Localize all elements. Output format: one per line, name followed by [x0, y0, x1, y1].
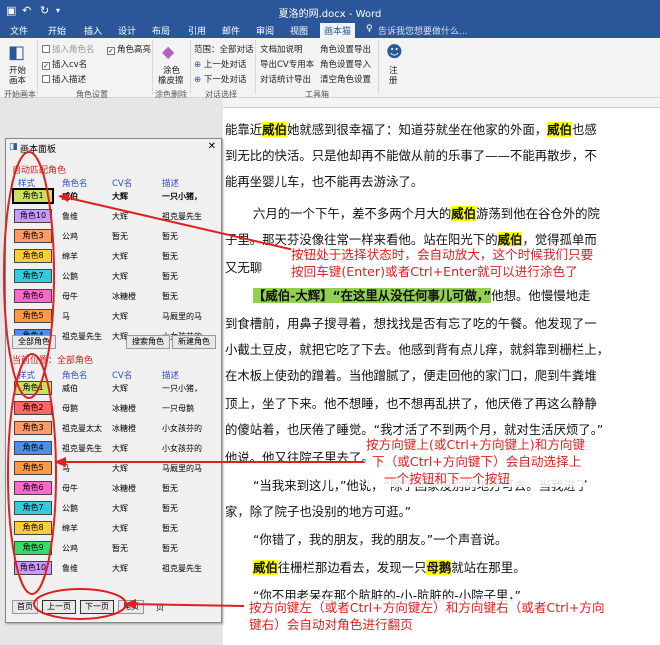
annotation-oval-pager — [33, 588, 127, 620]
arrow-head-icon — [58, 193, 70, 202]
note-3-line-2: 键右）会自动对角色进行翻页 — [249, 617, 413, 632]
note-2-line-1: 按方向键上(或Ctrl+方向键上)和方向键 — [366, 437, 586, 452]
note-1-line-1: 按钮处于选择状态时，会自动放大，这个时候我们只要 — [291, 247, 594, 262]
note-2-line-3: 一个按钮和下一个按钮 — [384, 471, 510, 486]
note-1-line-2: 按回车键(Enter)或者Ctrl+Enter就可以进行涂色了 — [291, 264, 578, 279]
note-2-line-2: 下（或Ctrl+方向键下）会自动选择上 — [372, 454, 582, 469]
note-2: 按方向键上(或Ctrl+方向键上)和方向键 下（或Ctrl+方向键下）会自动选择… — [366, 436, 586, 487]
note-1: 按钮处于选择状态时，会自动放大，这个时候我们只要 按回车键(Enter)或者Ct… — [291, 246, 594, 280]
arrow-to-pager — [127, 603, 245, 607]
annotation-overlay — [3, 151, 364, 620]
note-3: 按方向键左（或者Ctrl+方向键左）和方向键右（或者Ctrl+方向 键右）会自动… — [249, 599, 605, 633]
annotation-oval-all — [7, 353, 57, 595]
annotation-oval-auto — [3, 151, 55, 399]
note-3-line-1: 按方向键左（或者Ctrl+方向键左）和方向键右（或者Ctrl+方向 — [249, 600, 605, 615]
